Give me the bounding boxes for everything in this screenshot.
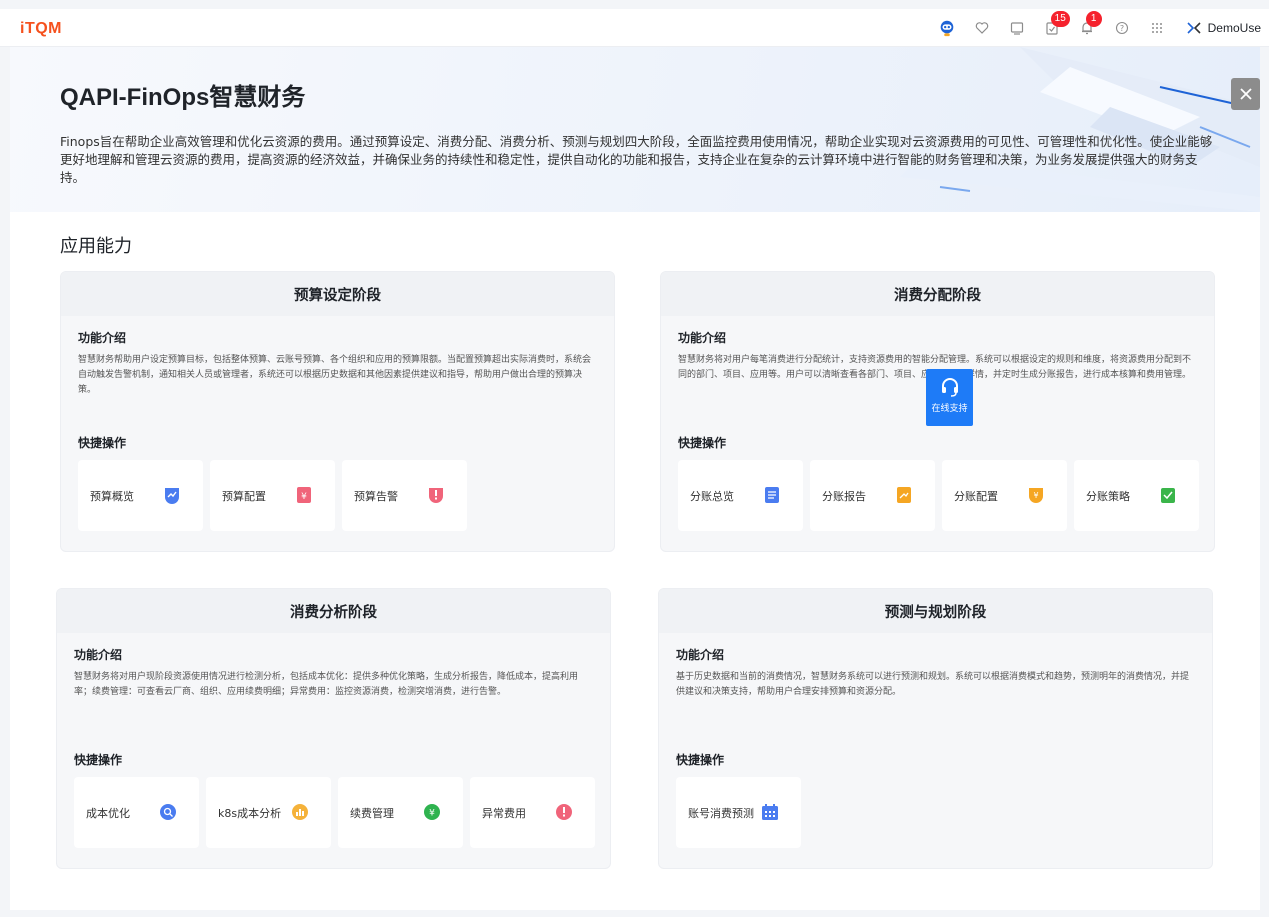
top-bar: iTQM 15 1 ? DemoUse xyxy=(0,9,1269,47)
renewal-icon: ¥ xyxy=(424,804,440,820)
intro-label: 功能介绍 xyxy=(78,331,127,345)
intro-text: 基于历史数据和当前的消费情况，智慧财务系统可以进行预测和规划。系统可以根据消费模… xyxy=(676,672,1190,697)
forecast-stage-card: 预测与规划阶段 功能介绍 基于历史数据和当前的消费情况，智慧财务系统可以进行预测… xyxy=(658,588,1213,869)
top-toolbar: 15 1 ? DemoUse xyxy=(921,9,1261,47)
budget-overview-icon xyxy=(165,488,179,504)
page-title: QAPI-FinOps智慧财务 xyxy=(60,84,306,111)
task-badge: 15 xyxy=(1050,11,1070,27)
robot-assistant-icon[interactable] xyxy=(938,19,956,37)
cost-optimize-icon xyxy=(160,804,176,820)
quick-ops: 成本优化 k8s成本分析 续费管理 ¥ 异常费用 xyxy=(74,777,602,848)
hero-banner: QAPI-FinOps智慧财务 Finops旨在帮助企业高效管理和优化云资源的费… xyxy=(10,47,1260,212)
bell-icon[interactable]: 1 xyxy=(1078,11,1102,37)
abnormal-cost-icon xyxy=(556,804,572,820)
svg-text:¥: ¥ xyxy=(1033,491,1038,500)
apps-grid-icon[interactable] xyxy=(1148,19,1166,37)
split-report-icon xyxy=(897,487,911,503)
section-title: 应用能力 xyxy=(60,236,132,257)
intro-text: 智慧财务帮助用户设定预算目标，包括整体预算、云账号预算、各个组织和应用的预算限额… xyxy=(78,355,592,395)
monitor-icon[interactable] xyxy=(1008,19,1026,37)
intro-text: 智慧财务将对用户现阶段资源使用情况进行检测分析，包括成本优化：提供多种优化策略，… xyxy=(74,672,579,697)
hero-decoration-icon xyxy=(900,47,1260,212)
page-description: Finops旨在帮助企业高效管理和优化云资源的费用。通过预算设定、消费分配、消费… xyxy=(60,134,1213,185)
card-title: 预测与规划阶段 xyxy=(659,589,1212,633)
svg-text:¥: ¥ xyxy=(301,492,307,502)
switch-icon xyxy=(1187,22,1201,34)
capabilities-panel: 应用能力 预算设定阶段 功能介绍 智慧财务帮助用户设定预算目标，包括整体预算、云… xyxy=(10,212,1260,910)
user-menu[interactable]: DemoUse xyxy=(1186,21,1261,35)
intro-label: 功能介绍 xyxy=(74,648,123,662)
forecast-calendar-icon xyxy=(762,804,778,820)
close-button[interactable] xyxy=(1231,78,1260,110)
split-report-button[interactable]: 分账报告 xyxy=(810,460,935,531)
ops-label: 快捷操作 xyxy=(676,753,725,767)
budget-alert-button[interactable]: 预算告警 xyxy=(342,460,467,531)
budget-config-button[interactable]: 预算配置 ¥ xyxy=(210,460,335,531)
split-overview-button[interactable]: 分账总览 xyxy=(678,460,803,531)
help-icon[interactable]: ? xyxy=(1113,19,1131,37)
k8s-cost-button[interactable]: k8s成本分析 xyxy=(206,777,331,848)
split-strategy-icon xyxy=(1161,488,1175,503)
alert-badge: 1 xyxy=(1085,11,1102,27)
ops-label: 快捷操作 xyxy=(74,753,123,767)
cost-optimize-button[interactable]: 成本优化 xyxy=(74,777,199,848)
username: DemoUse xyxy=(1207,21,1261,35)
quick-ops: 预算概览 预算配置 ¥ 预算告警 xyxy=(78,460,474,531)
close-icon xyxy=(1239,88,1252,100)
abnormal-cost-button[interactable]: 异常费用 xyxy=(470,777,595,848)
support-label: 在线支持 xyxy=(931,404,968,414)
account-forecast-button[interactable]: 账号消费预测 xyxy=(676,777,801,848)
headset-icon xyxy=(941,378,958,397)
budget-config-icon: ¥ xyxy=(297,487,311,503)
analysis-stage-card: 消费分析阶段 功能介绍 智慧财务将对用户现阶段资源使用情况进行检测分析，包括成本… xyxy=(56,588,611,869)
ops-label: 快捷操作 xyxy=(678,436,727,450)
svg-text:?: ? xyxy=(1120,24,1124,33)
quick-ops: 分账总览 分账报告 分账配置 ¥ 分账策略 xyxy=(678,460,1206,531)
split-config-button[interactable]: 分账配置 ¥ xyxy=(942,460,1067,531)
budget-alert-icon xyxy=(429,488,443,503)
ops-label: 快捷操作 xyxy=(78,436,127,450)
budget-overview-button[interactable]: 预算概览 xyxy=(78,460,203,531)
split-overview-icon xyxy=(765,487,779,503)
renewal-button[interactable]: 续费管理 ¥ xyxy=(338,777,463,848)
app-logo[interactable]: iTQM xyxy=(20,20,62,38)
card-title: 预算设定阶段 xyxy=(61,272,614,316)
split-strategy-button[interactable]: 分账策略 xyxy=(1074,460,1199,531)
intro-label: 功能介绍 xyxy=(676,648,725,662)
task-icon[interactable]: 15 xyxy=(1043,11,1070,37)
card-title: 消费分析阶段 xyxy=(57,589,610,633)
k8s-cost-icon xyxy=(292,804,308,820)
svg-text:¥: ¥ xyxy=(429,809,435,819)
budget-stage-card: 预算设定阶段 功能介绍 智慧财务帮助用户设定预算目标，包括整体预算、云账号预算、… xyxy=(60,271,615,552)
heart-icon[interactable] xyxy=(973,19,991,37)
split-config-icon: ¥ xyxy=(1029,488,1043,503)
card-title: 消费分配阶段 xyxy=(661,272,1214,316)
online-support-button[interactable]: 在线支持 xyxy=(926,369,973,426)
quick-ops: 账号消费预测 xyxy=(676,777,808,848)
intro-label: 功能介绍 xyxy=(678,331,727,345)
